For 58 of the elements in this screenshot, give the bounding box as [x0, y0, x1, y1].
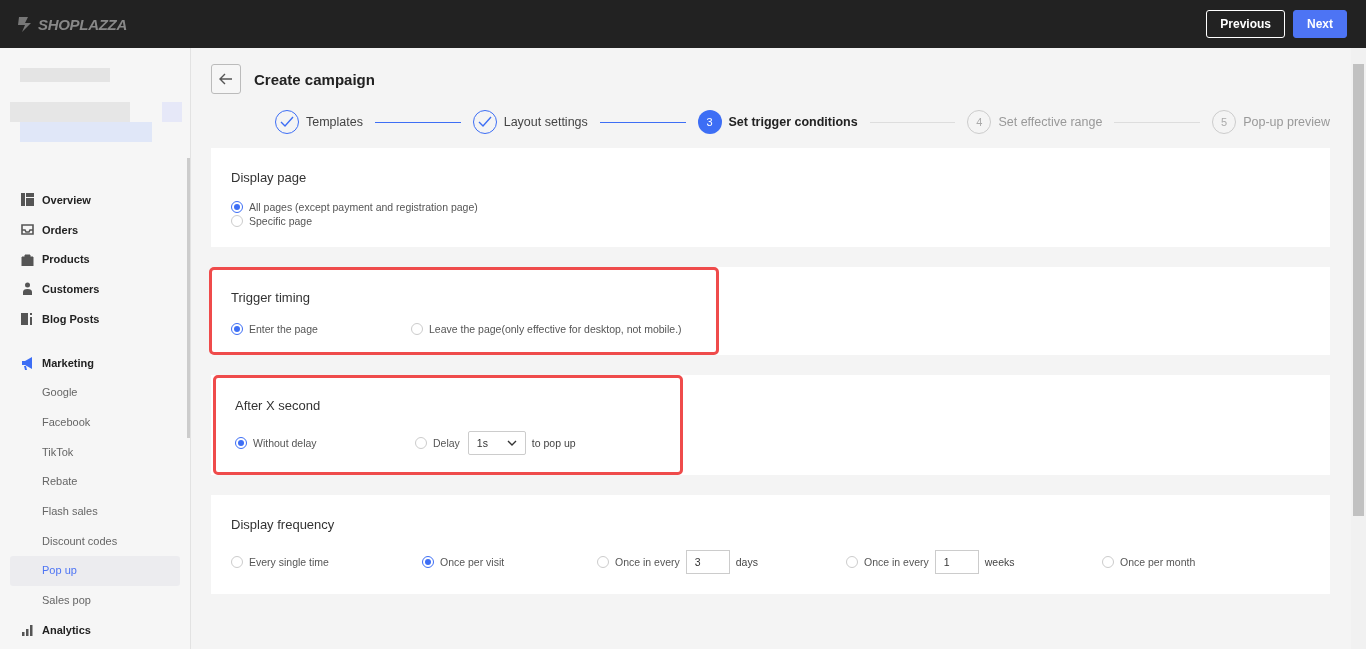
option-label: Once in every: [864, 556, 929, 568]
chevron-down-icon: [506, 440, 517, 446]
nav-subitem[interactable]: Facebook: [10, 407, 180, 438]
nav-subitem[interactable]: TikTok: [10, 437, 180, 468]
suffix-label: to pop up: [531, 437, 576, 449]
next-button[interactable]: Next: [1293, 10, 1347, 38]
section-title: Display page: [231, 170, 308, 185]
nav-subitem[interactable]: Flash sales: [10, 496, 180, 527]
option-label: Without delay: [253, 437, 317, 449]
step-label: Layout settings: [503, 115, 588, 129]
nav-item[interactable]: Orders: [10, 214, 180, 245]
nav-subitem[interactable]: Google: [10, 378, 180, 408]
option-label: All pages (except payment and registration page): [249, 201, 478, 213]
inbox-icon: [21, 223, 34, 237]
suffix-label: weeks: [984, 556, 1015, 568]
scrollbar-thumb[interactable]: [1353, 64, 1364, 516]
nav-subitem[interactable]: Discount codes: [10, 526, 180, 557]
logo-icon: [16, 15, 34, 33]
step-label: Pop-up preview: [1243, 115, 1330, 129]
dashboard-icon: [21, 193, 34, 207]
section-title: Display frequency: [231, 517, 336, 532]
number-input[interactable]: 3: [685, 550, 730, 574]
nav-item[interactable]: Marketing: [10, 348, 180, 379]
step-label: Templates: [306, 115, 363, 129]
back-button[interactable]: [211, 64, 241, 94]
nav-subitem[interactable]: Rebate: [10, 467, 180, 497]
nav-item[interactable]: Overview: [10, 185, 180, 215]
document-icon: [21, 312, 34, 326]
delay-select[interactable]: 1s: [467, 431, 526, 455]
option-label: Every single time: [249, 556, 329, 568]
bag-icon: [21, 252, 34, 266]
previous-button[interactable]: Previous: [1206, 10, 1285, 38]
section-title: After X second: [235, 398, 322, 413]
suffix-label: days: [735, 556, 758, 568]
page-title: Create campaign: [254, 70, 375, 88]
step-label: Set effective range: [998, 115, 1103, 129]
option-label: Once per visit: [440, 556, 505, 568]
nav-item[interactable]: Blog Posts: [10, 303, 180, 334]
nav-item[interactable]: Customers: [10, 274, 180, 304]
option-label: Delay: [433, 437, 460, 449]
step-number: 3: [697, 110, 722, 134]
nav-item[interactable]: Analytics: [10, 615, 180, 646]
option-label: Specific page: [249, 215, 313, 227]
option-label: Leave the page(only effective for desktop, not mobile.): [429, 323, 682, 335]
bar-chart-icon: [21, 623, 34, 637]
step-label: Set trigger conditions: [728, 115, 858, 129]
option-label: Once per month: [1120, 556, 1196, 568]
section-title: Trigger timing: [231, 290, 311, 305]
arrow-left-icon: [219, 73, 233, 85]
nav-subitem[interactable]: Pop up: [10, 556, 180, 586]
number-input[interactable]: 1: [934, 550, 979, 574]
option-label: Once in every: [615, 556, 680, 568]
option-label: Enter the page: [249, 323, 318, 335]
nav-item[interactable]: Products: [10, 244, 180, 275]
nav-subitem[interactable]: Sales pop: [10, 585, 180, 616]
person-icon: [21, 282, 34, 296]
megaphone-icon: [21, 356, 34, 370]
logo-text: SHOPLAZZA: [38, 15, 127, 33]
